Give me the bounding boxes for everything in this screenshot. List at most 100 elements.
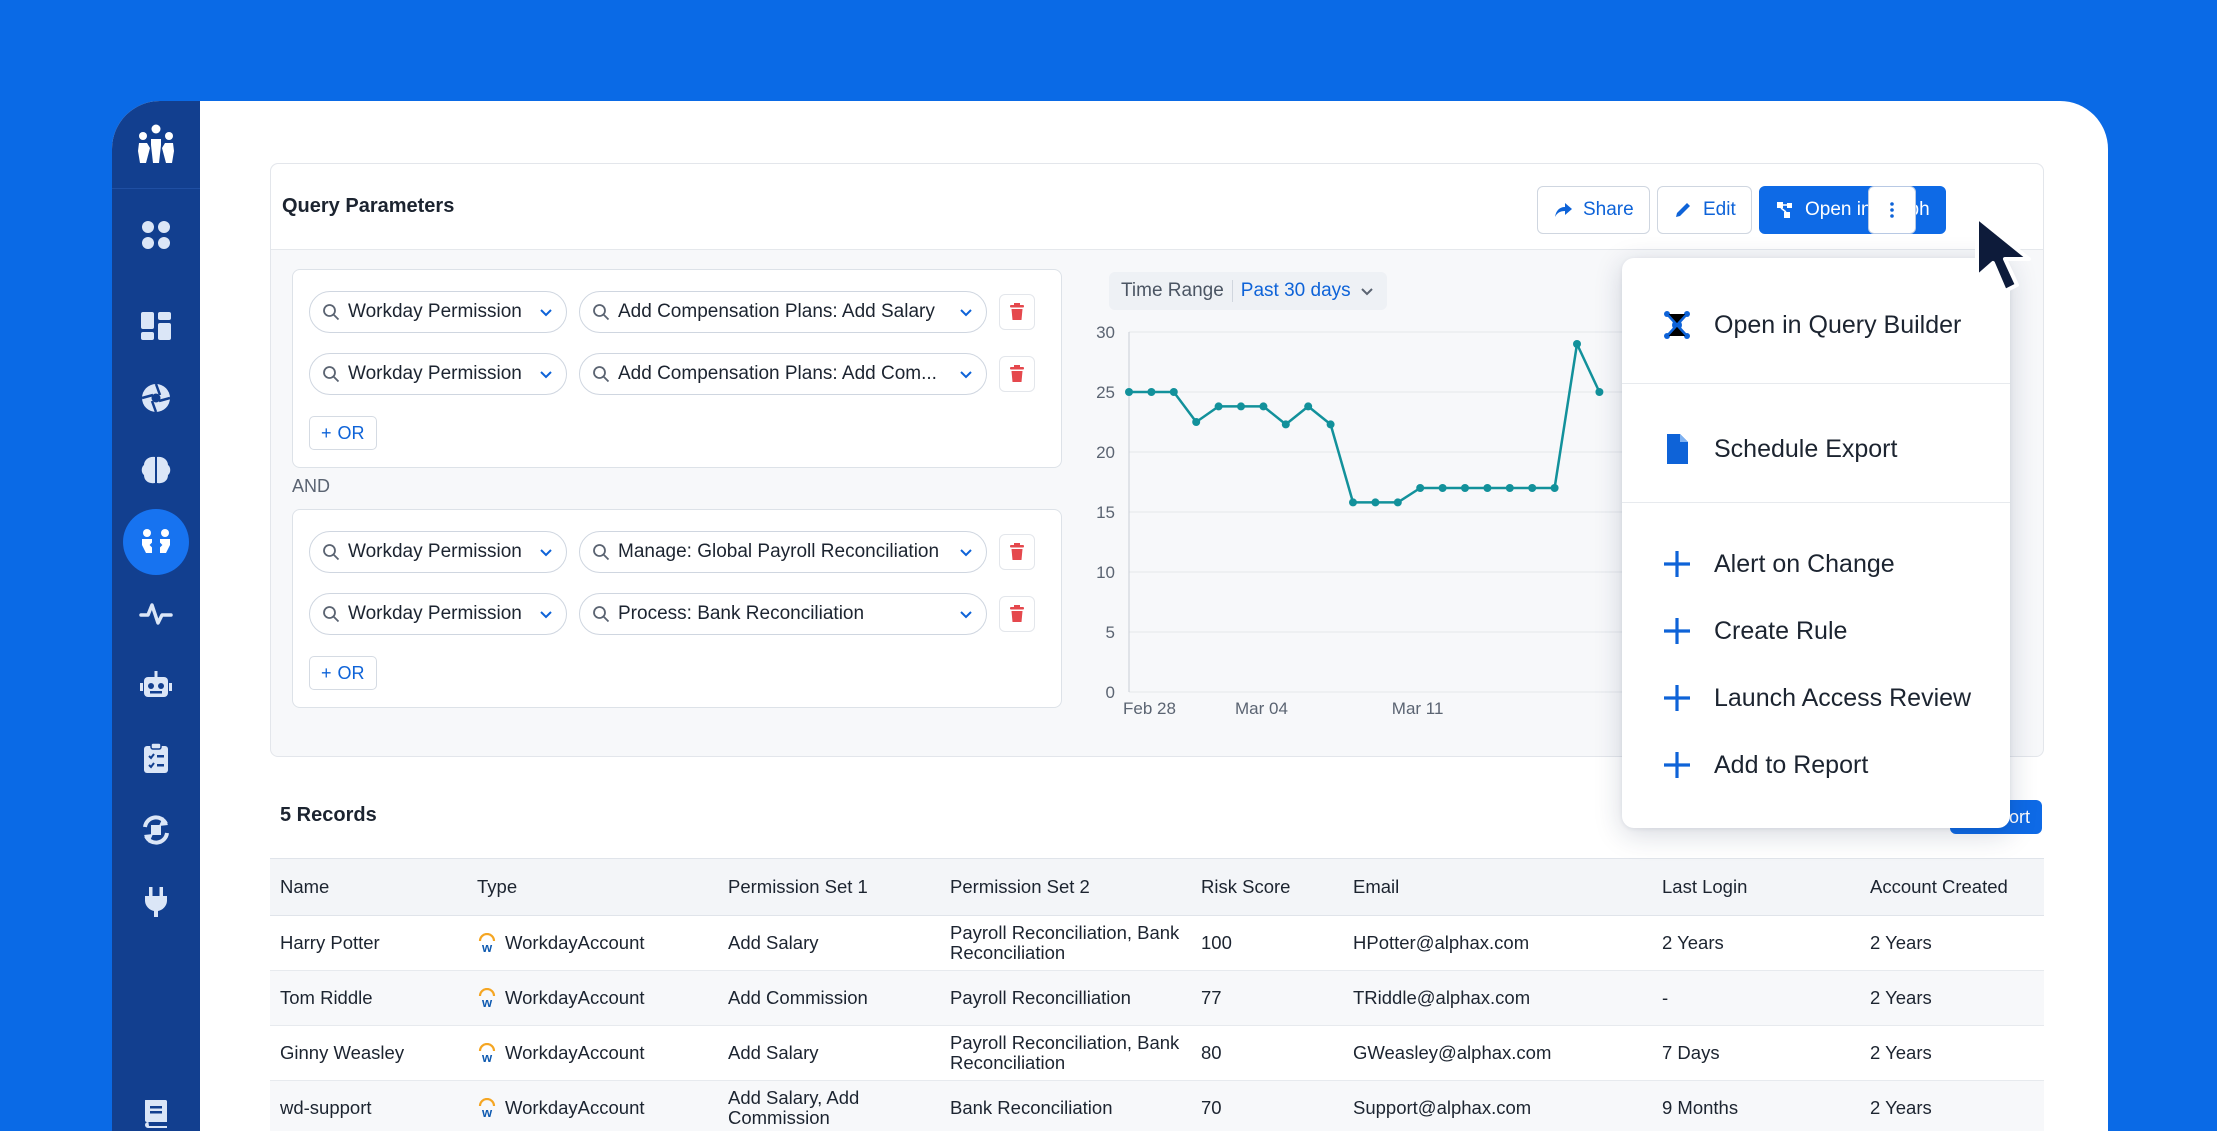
file-icon [1667, 434, 1688, 464]
menu-item-add-to-report[interactable]: Add to Report [1660, 748, 1868, 782]
brain-icon [141, 456, 171, 484]
sidebar-item-docs[interactable] [123, 1080, 189, 1131]
type-label: WorkdayAccount [505, 932, 645, 953]
data-point [1461, 484, 1469, 492]
type-cell: w WorkdayAccount [467, 970, 718, 1026]
sidebar-item-sync[interactable] [123, 797, 189, 863]
type-wrap: w WorkdayAccount [477, 1098, 718, 1118]
sidebar-item-dashboard[interactable] [123, 293, 189, 359]
column-header[interactable]: Type [467, 858, 718, 916]
x-tick-label: Feb 28 [1123, 699, 1176, 718]
edit-button[interactable]: Edit [1657, 186, 1752, 234]
sidebar-item-apps[interactable] [123, 202, 189, 268]
field-label: Workday Permission [348, 363, 522, 384]
type-wrap: w WorkdayAccount [477, 933, 718, 953]
share-button[interactable]: Share [1537, 186, 1650, 234]
column-header[interactable]: Permission Set 1 [718, 858, 940, 916]
delete-condition-button[interactable] [999, 596, 1035, 632]
menu-item-launch-access-review[interactable]: Launch Access Review [1660, 681, 1971, 715]
data-point [1237, 402, 1245, 411]
people-connect-icon [142, 529, 170, 553]
column-header[interactable]: Account Created [1860, 858, 2044, 916]
menu-item-create-rule[interactable]: Create Rule [1660, 614, 1847, 648]
name-cell: wd-support [270, 1080, 467, 1131]
column-header[interactable]: Permission Set 2 [940, 858, 1191, 916]
created-cell: 2 Years [1860, 1080, 2044, 1131]
column-header[interactable]: Last Login [1652, 858, 1860, 916]
value-select[interactable]: Manage: Global Payroll Reconciliation [579, 531, 987, 573]
menu-item-alert-on-change[interactable]: Alert on Change [1660, 547, 1895, 581]
menu-label: Launch Access Review [1714, 683, 1972, 712]
trash-icon [1010, 605, 1024, 622]
value-label: Process: Bank Reconciliation [618, 603, 865, 624]
field-select[interactable]: Workday Permission [309, 353, 567, 395]
type-cell: w WorkdayAccount [467, 915, 718, 971]
trend-line-chart: 0 5 10 15 20 25 30 Feb 28 Mar 04 Mar 11 [1096, 323, 1629, 718]
value-select[interactable]: Add Compensation Plans: Add Salary [579, 291, 987, 333]
delete-condition-button[interactable] [999, 534, 1035, 570]
field-label: Workday Permission [348, 603, 522, 624]
delete-condition-button[interactable] [999, 356, 1035, 392]
add-or-button[interactable]: + OR [309, 656, 377, 690]
add-or-button[interactable]: + OR [309, 416, 377, 450]
data-point [1259, 402, 1268, 411]
table-row[interactable]: Harry Potter w WorkdayAccount Add Salary … [270, 915, 2044, 971]
data-point [1573, 340, 1581, 348]
condition-group-2: Workday Permission Manage: Global Payrol… [292, 509, 1062, 708]
menu-label: Schedule Export [1714, 434, 1898, 463]
created-cell: 2 Years [1860, 970, 2044, 1026]
value-select[interactable]: Process: Bank Reconciliation [579, 593, 987, 635]
type-cell: w WorkdayAccount [467, 1025, 718, 1081]
menu-divider [1622, 502, 2010, 503]
column-header[interactable]: Email [1343, 858, 1652, 916]
data-point [1349, 498, 1357, 507]
sidebar-item-identities[interactable] [123, 509, 189, 575]
table-row[interactable]: wd-support w WorkdayAccount Add Salary, A… [270, 1080, 2044, 1131]
sidebar-item-integrations[interactable] [123, 869, 189, 935]
column-header[interactable]: Risk Score [1191, 858, 1343, 916]
sidebar-item-brain[interactable] [123, 437, 189, 503]
data-point [1483, 484, 1492, 492]
sidebar-item-reviews[interactable] [123, 725, 189, 791]
field-select[interactable]: Workday Permission [309, 593, 567, 635]
ps1-cell: Add Commission [718, 970, 940, 1026]
sidebar-item-aperture[interactable] [123, 365, 189, 431]
data-point [1326, 420, 1335, 429]
field-select[interactable]: Workday Permission [309, 291, 567, 333]
app-logo[interactable] [112, 101, 200, 189]
field-select[interactable]: Workday Permission [309, 531, 567, 573]
more-options-button[interactable] [1868, 186, 1916, 234]
chevron-down-icon [960, 309, 972, 317]
menu-item-open-query-builder[interactable]: Open in Query Builder [1660, 308, 1961, 342]
value-select[interactable]: Add Compensation Plans: Add Com... [579, 353, 987, 395]
svg-text:w: w [481, 940, 493, 953]
delete-condition-button[interactable] [999, 294, 1035, 330]
name-cell: Harry Potter [270, 915, 467, 971]
last-login-cell: 2 Years [1652, 915, 1860, 971]
column-header[interactable]: Name [270, 858, 467, 916]
time-range-select[interactable]: Time Range Past 30 days [1109, 272, 1387, 310]
x-tick-label: Mar 04 [1235, 699, 1288, 718]
y-tick-label: 25 [1096, 383, 1115, 402]
open-in-graph-button[interactable]: Open in Graph [1759, 186, 1946, 234]
activity-icon [139, 603, 173, 625]
table-row[interactable]: Tom Riddle w WorkdayAccount Add Commissio… [270, 970, 2044, 1026]
y-tick-label: 20 [1096, 443, 1115, 462]
sidebar-item-bots[interactable] [123, 653, 189, 719]
logo-icon [138, 124, 174, 163]
data-point [1528, 484, 1537, 492]
ps1-cell: Add Salary [718, 1025, 940, 1081]
table-row[interactable]: Ginny Weasley w WorkdayAccount Add Salary… [270, 1025, 2044, 1081]
svg-text:w: w [481, 995, 493, 1008]
sidebar-item-activity[interactable] [123, 581, 189, 647]
svg-text:w: w [481, 1105, 493, 1118]
kebab-icon [1890, 202, 1894, 218]
trash-icon [1010, 543, 1024, 560]
search-icon [323, 606, 340, 623]
search-icon [593, 366, 610, 383]
type-cell: w WorkdayAccount [467, 1080, 718, 1131]
query-builder-icon [1664, 311, 1690, 339]
menu-item-schedule-export[interactable]: Schedule Export [1660, 432, 1897, 466]
ps1-cell: Add Salary, Add Commission [718, 1080, 940, 1131]
email-cell: TRiddle@alphax.com [1343, 970, 1652, 1026]
